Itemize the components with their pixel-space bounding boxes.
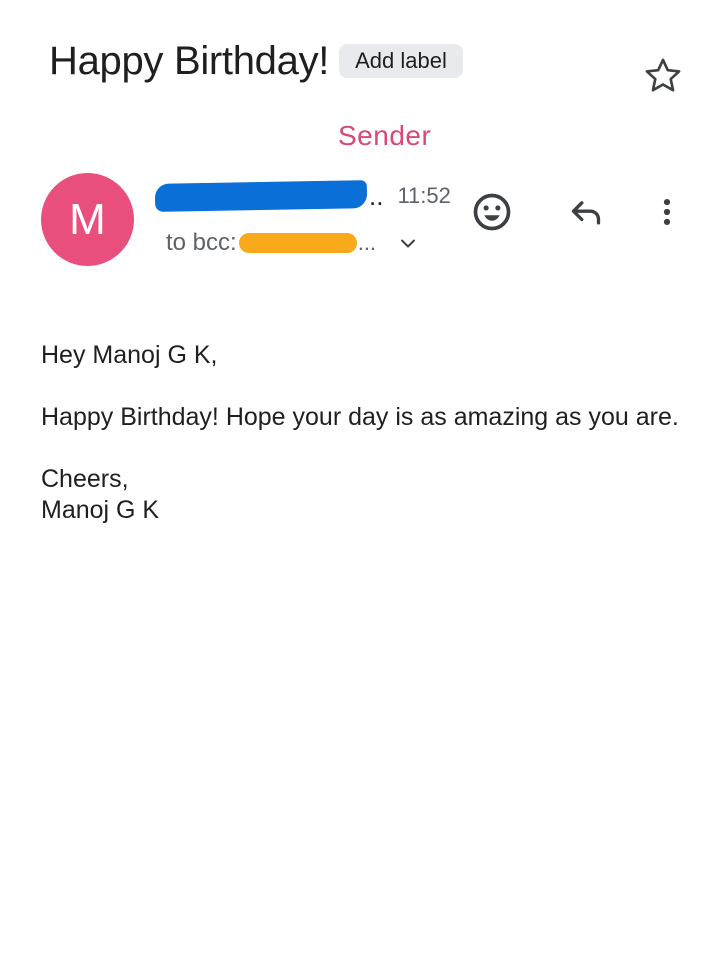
subject-row: Happy Birthday! Add label: [49, 36, 463, 86]
sender-name-ellipsis: ..: [369, 181, 384, 211]
sender-name-row[interactable]: .. 11:52: [154, 178, 451, 214]
star-icon[interactable]: [642, 55, 684, 97]
recipient-label: to bcc:: [166, 229, 237, 256]
sender-annotation: Sender: [338, 120, 432, 151]
body-signature: Manoj G K: [41, 496, 160, 524]
email-subject: Happy Birthday!: [49, 39, 330, 83]
message-time: 11:52: [397, 183, 451, 208]
body-greeting: Hey Manoj G K,: [41, 341, 218, 369]
body-closing: Cheers,: [41, 465, 129, 493]
recipient-redaction: [238, 233, 357, 253]
recipient-ellipsis: ...: [357, 230, 377, 255]
sender-avatar[interactable]: M: [41, 173, 134, 266]
add-label-button[interactable]: Add label: [339, 44, 463, 78]
more-options-icon[interactable]: [650, 190, 684, 234]
body-signoff: Cheers, Manoj G K: [41, 464, 681, 526]
reply-icon[interactable]: [564, 192, 608, 232]
chevron-down-icon[interactable]: [396, 231, 420, 255]
add-reaction-icon[interactable]: [470, 190, 514, 234]
body-paragraph: Happy Birthday! Hope your day is as amaz…: [41, 403, 679, 431]
sender-name-redaction: [154, 180, 368, 212]
email-body: Hey Manoj G K, Happy Birthday! Hope your…: [41, 340, 681, 557]
recipient-row[interactable]: to bcc: ...: [166, 227, 420, 259]
